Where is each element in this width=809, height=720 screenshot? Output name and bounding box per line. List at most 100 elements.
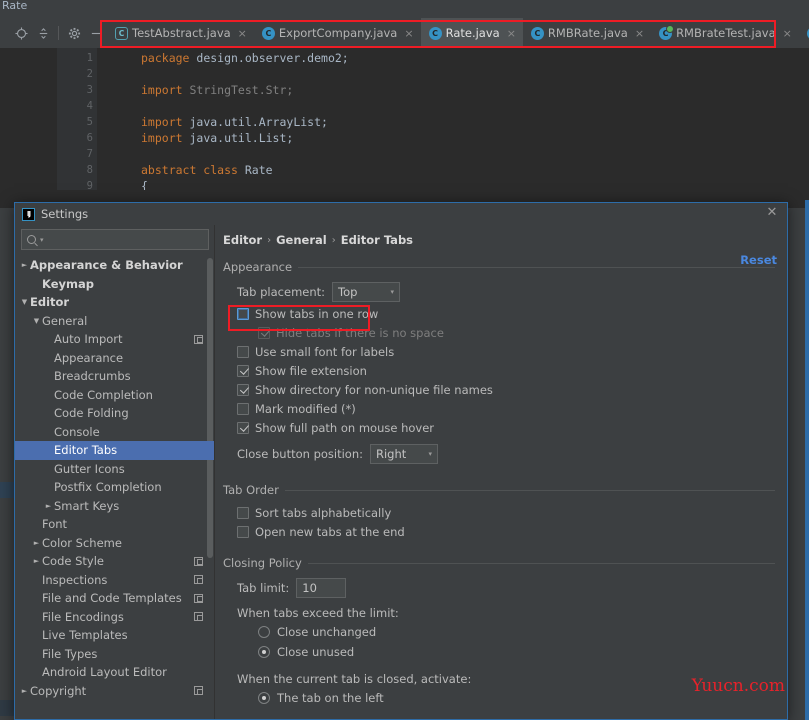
copy-settings-icon[interactable]	[194, 556, 203, 566]
sidebar-item-general[interactable]: ▼ General	[15, 312, 215, 331]
sidebar-item-file-and-code-templates[interactable]: ►File and Code Templates	[15, 589, 215, 608]
settings-gear-icon[interactable]	[63, 21, 85, 45]
copy-settings-icon[interactable]	[194, 612, 203, 622]
checkbox-show-file-extension[interactable]: Show file extension	[237, 361, 775, 380]
collapse-all-icon[interactable]	[32, 21, 54, 45]
breadcrumb-item[interactable]: General	[276, 233, 327, 247]
sidebar-item-font[interactable]: ►Font	[15, 515, 215, 534]
sidebar-item-code-style[interactable]: ► Code Style	[15, 552, 215, 571]
settings-tree[interactable]: ►Appearance & Behavior►Keymap▼Editor▼Gen…	[15, 256, 215, 719]
editor-tab-testabstract-java[interactable]: C TestAbstract.java ×	[107, 18, 254, 48]
editor-tab-exportcompany-java[interactable]: C ExportCompany.java ×	[254, 18, 421, 48]
sidebar-item-editor[interactable]: ▼ Editor	[15, 293, 215, 312]
checkbox-hide-tabs-if-there-is-no-space[interactable]: Hide tabs if there is no space	[237, 323, 775, 342]
checkbox-use-small-font-for-labels[interactable]: Use small font for labels	[237, 342, 775, 361]
sidebar-item-console[interactable]: ►Console	[15, 423, 215, 442]
editor-tab-rmbratetest-java[interactable]: C RMBrateTest.java ×	[651, 18, 799, 48]
sidebar-item-file-types[interactable]: ►File Types	[15, 645, 215, 664]
sidebar-item-breadcrumbs[interactable]: ►Breadcrumbs	[15, 367, 215, 386]
close-button-position-select[interactable]: Right ▾	[370, 444, 438, 464]
checkbox-show-directory-for-non-unique-file-names[interactable]: Show directory for non-unique file names	[237, 380, 775, 399]
copy-settings-icon[interactable]	[194, 593, 203, 603]
sidebar-item-appearance[interactable]: ►Appearance	[15, 349, 215, 368]
checkbox-icon[interactable]	[237, 421, 249, 434]
sidebar-item-file-encodings[interactable]: ►File Encodings	[15, 608, 215, 627]
code-token: Rate	[244, 163, 273, 177]
sidebar-item-label: General	[42, 313, 88, 328]
checkbox-icon[interactable]	[237, 364, 249, 377]
tab-close-icon[interactable]: ×	[783, 27, 792, 40]
checkbox-icon[interactable]	[237, 307, 249, 320]
tab-close-icon[interactable]: ×	[635, 27, 644, 40]
editor-tab-importcompany-java[interactable]: CImportCompany.java×	[799, 18, 809, 48]
checkbox-mark-modified[interactable]: Mark modified (*)	[237, 399, 775, 418]
radio-close-unused[interactable]: Close unused	[237, 642, 775, 662]
breadcrumb-item[interactable]: Editor	[223, 233, 262, 247]
group-divider-line	[307, 562, 775, 564]
chevron-right-icon[interactable]: ►	[31, 539, 42, 547]
project-pane-strip-lower	[0, 700, 14, 716]
sidebar-item-smart-keys[interactable]: ► Smart Keys	[15, 497, 215, 516]
sidebar-item-keymap[interactable]: ►Keymap	[15, 275, 215, 294]
tab-close-icon[interactable]: ×	[238, 27, 247, 40]
tab-placement-select[interactable]: Top ▾	[332, 282, 401, 302]
line-number: 5	[86, 116, 93, 128]
tab-close-icon[interactable]: ×	[507, 27, 516, 40]
appearance-group: Appearance Tab placement: Top ▾ Show tab…	[223, 260, 775, 466]
tab-limit-input[interactable]: 10	[296, 578, 347, 598]
chevron-down-icon[interactable]: ▼	[19, 298, 30, 306]
sidebar-item-code-folding[interactable]: ►Code Folding	[15, 404, 215, 423]
breadcrumb-item[interactable]: Editor Tabs	[341, 233, 413, 247]
editor-tab-rate-java[interactable]: C Rate.java ×	[420, 18, 523, 48]
checkbox-show-full-path-on-mouse-hover[interactable]: Show full path on mouse hover	[237, 418, 775, 437]
editor-code-lines[interactable]: package design.observer.demo2; import St…	[97, 48, 809, 209]
sidebar-item-appearance-behavior[interactable]: ► Appearance & Behavior	[15, 256, 215, 275]
radio-icon[interactable]	[258, 692, 270, 704]
copy-settings-icon[interactable]	[194, 686, 203, 696]
copy-settings-icon[interactable]	[194, 575, 203, 585]
radio-icon[interactable]	[258, 626, 270, 638]
sidebar-item-inspections[interactable]: ►Inspections	[15, 571, 215, 590]
sidebar-item-copyright[interactable]: ► Copyright	[15, 682, 215, 701]
sidebar-item-gutter-icons[interactable]: ►Gutter Icons	[15, 460, 215, 479]
sidebar-item-android-layout-editor[interactable]: ►Android Layout Editor	[15, 663, 215, 682]
appearance-checkbox-list: Show tabs in one row Hide tabs if there i…	[237, 304, 775, 437]
checkbox-icon[interactable]	[237, 525, 249, 538]
search-input[interactable]: ▾	[21, 229, 209, 250]
sidebar-item-editor-tabs[interactable]: ►Editor Tabs	[15, 441, 215, 460]
close-icon[interactable]: ✕	[765, 206, 779, 220]
tab-close-icon[interactable]: ×	[404, 27, 413, 40]
radio-close-unchanged[interactable]: Close unchanged	[237, 622, 775, 642]
checkbox-icon[interactable]	[237, 506, 249, 519]
sidebar-item-auto-import[interactable]: ►Auto Import	[15, 330, 215, 349]
sidebar-item-code-completion[interactable]: ►Code Completion	[15, 386, 215, 405]
checkbox-sort-tabs-alphabetically[interactable]: Sort tabs alphabetically	[237, 503, 775, 522]
checkbox-show-tabs-in-one-row[interactable]: Show tabs in one row	[237, 304, 775, 323]
sidebar-item-live-templates[interactable]: ►Live Templates	[15, 626, 215, 645]
chevron-down-icon[interactable]: ▾	[40, 236, 44, 244]
tree-spacer: ►	[43, 446, 54, 454]
sidebar-item-label: Auto Import	[54, 332, 123, 347]
hide-panel-icon[interactable]	[85, 21, 107, 45]
chevron-right-icon[interactable]: ►	[19, 261, 30, 269]
chevron-right-icon[interactable]: ►	[31, 557, 42, 565]
checkbox-icon[interactable]	[237, 383, 249, 396]
editor-breadcrumb-text: Rate	[2, 0, 28, 12]
sidebar-item-label: Appearance	[54, 350, 124, 365]
checkbox-icon[interactable]	[258, 326, 270, 339]
chevron-down-icon[interactable]: ▼	[31, 317, 42, 325]
sidebar-item-color-scheme[interactable]: ► Color Scheme	[15, 534, 215, 553]
code-token: StringTest.Str;	[189, 83, 294, 97]
close-button-position-row: Close button position: Right ▾	[237, 442, 775, 466]
sidebar-item-postfix-completion[interactable]: ►Postfix Completion	[15, 478, 215, 497]
radio-icon[interactable]	[258, 646, 270, 658]
checkbox-icon[interactable]	[237, 402, 249, 415]
chevron-right-icon[interactable]: ►	[19, 687, 30, 695]
locate-icon[interactable]	[10, 21, 32, 45]
chevron-right-icon[interactable]: ►	[43, 502, 54, 510]
copy-settings-icon[interactable]	[194, 334, 203, 344]
checkbox-open-new-tabs-at-the-end[interactable]: Open new tabs at the end	[237, 522, 775, 541]
editor-tab-rmbrate-java[interactable]: C RMBRate.java ×	[523, 18, 651, 48]
checkbox-icon[interactable]	[237, 345, 249, 358]
